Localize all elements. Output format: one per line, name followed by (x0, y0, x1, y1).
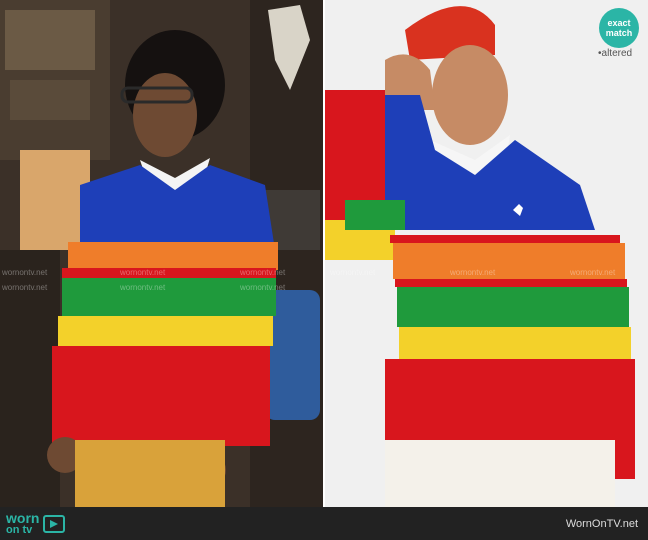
watermark-text: wornontv.net (570, 268, 616, 277)
tv-still-photo (0, 0, 323, 507)
watermark-text: wornontv.net (2, 283, 48, 292)
watermark-text: wornontv.net (330, 268, 376, 277)
altered-label: •altered (598, 48, 633, 59)
watermark-text: wornontv.net (120, 283, 166, 292)
tv-icon (43, 514, 66, 533)
badge-line-2: match (605, 28, 633, 38)
tv-still-illustration (0, 0, 323, 507)
site-logo[interactable]: worn on tv (6, 510, 66, 537)
product-photo (325, 0, 648, 507)
watermark-text: wornontv.net (120, 268, 166, 277)
watermark-text: wornontv.net (240, 283, 286, 292)
exact-match-badge: exact match (599, 8, 639, 48)
watermark-text: wornontv.net (450, 268, 496, 277)
footer-bar (0, 507, 648, 540)
product-illustration (325, 0, 648, 507)
logo-text: worn on tv (6, 511, 39, 536)
badge-line-1: exact (607, 18, 631, 28)
site-url[interactable]: WornOnTV.net (566, 518, 638, 530)
watermark-text: wornontv.net (240, 268, 286, 277)
watermark-text: wornontv.net (2, 268, 48, 277)
